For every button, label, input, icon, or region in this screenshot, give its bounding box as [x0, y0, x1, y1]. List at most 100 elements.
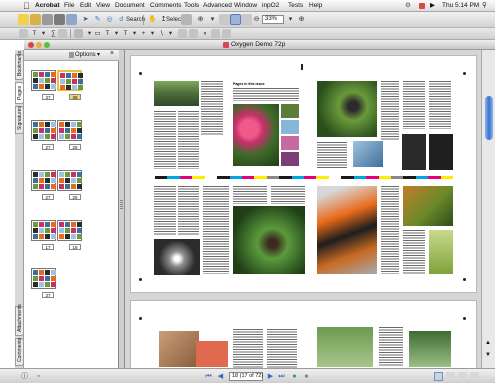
page-thumbnail[interactable] [31, 268, 56, 289]
tab-bookmarks[interactable]: Bookmarks [15, 51, 24, 80]
textbox-tool-icon[interactable]: ▭ [93, 29, 102, 38]
page-thumbnail[interactable] [31, 220, 56, 241]
first-page-icon[interactable]: ⏮ [204, 372, 213, 381]
last-page-icon[interactable]: ⏭ [277, 372, 286, 381]
cross-tool-icon[interactable]: + [139, 29, 148, 38]
document-icon[interactable]: ▫ [34, 372, 43, 381]
status-menu-icon[interactable]: ⚙ [405, 2, 411, 10]
page-thumbnail[interactable] [57, 120, 82, 141]
continuous-view-icon[interactable] [446, 372, 455, 381]
photo-device-2 [429, 134, 453, 170]
page-thumbnail[interactable] [57, 220, 82, 241]
open-folder-icon[interactable] [30, 14, 41, 25]
menu-acrobat[interactable]: Acrobat [35, 2, 60, 10]
page-thumbnail[interactable] [31, 70, 56, 91]
save-icon[interactable] [42, 14, 53, 25]
page-thumbnail[interactable] [31, 170, 56, 191]
menu-advanced[interactable]: Advanced [203, 2, 232, 10]
minimize-window-icon[interactable] [36, 42, 42, 48]
tab-comments[interactable]: Comments [15, 338, 24, 366]
object-tool-icon[interactable]: ◑ [200, 29, 209, 38]
tab-attachments[interactable]: Attachments [15, 304, 24, 336]
text-edit-tool-icon[interactable]: T [30, 29, 39, 38]
scroll-down-icon[interactable]: ▼ [485, 352, 491, 358]
text-touchup-icon[interactable]: T [121, 29, 130, 38]
stamp-dropdown-icon[interactable]: ▾ [39, 29, 48, 38]
facing-view-icon[interactable] [458, 372, 467, 381]
text-tool-icon[interactable]: T [103, 29, 112, 38]
apple-logo-icon[interactable]:  [23, 1, 30, 11]
close-panel-icon[interactable]: × [110, 50, 114, 57]
cross-dropdown-icon[interactable]: ▾ [148, 29, 157, 38]
go-back-icon[interactable]: ● [290, 372, 299, 381]
menu-view[interactable]: View [96, 2, 110, 10]
zoom-field[interactable]: 33% [262, 15, 284, 24]
menu-inpo2[interactable]: inpO2 [262, 2, 279, 10]
previous-page-icon[interactable]: ◀ [216, 372, 225, 381]
email-icon[interactable] [66, 14, 77, 25]
page-thumbnail[interactable] [57, 170, 82, 191]
thumbnail-tile [51, 276, 56, 281]
menu-document[interactable]: Document [115, 2, 145, 10]
menu-comments[interactable]: Comments [150, 2, 181, 10]
table-tool-icon[interactable] [74, 29, 83, 38]
sign-icon[interactable]: ✎ [92, 14, 103, 25]
menu-tests[interactable]: Tests [288, 2, 303, 10]
flag-icon[interactable] [419, 3, 425, 9]
document-view[interactable]: Pages in this issue [125, 50, 481, 368]
note-tool-icon[interactable] [19, 29, 28, 38]
menu-help[interactable]: Help [309, 2, 322, 10]
continuous-facing-view-icon[interactable] [470, 372, 479, 381]
attach-tool-icon[interactable] [58, 29, 67, 38]
text-dropdown-icon[interactable]: ▾ [112, 29, 121, 38]
line-tool-icon[interactable]: ∖ [157, 29, 166, 38]
spotlight-icon[interactable]: ⚲ [482, 2, 487, 10]
snapshot-icon[interactable] [181, 14, 192, 25]
info-icon[interactable]: ⓘ [20, 372, 29, 381]
go-forward-icon[interactable]: ● [302, 372, 311, 381]
zoom-window-icon[interactable] [44, 42, 50, 48]
secure-icon[interactable]: ◎ [104, 14, 115, 25]
tab-pages[interactable]: Pages [15, 82, 24, 104]
splitter-grip-icon[interactable] [120, 200, 123, 210]
zoom-out-icon[interactable]: ⊖ [251, 14, 262, 25]
single-page-view-icon[interactable] [434, 372, 443, 381]
menu-file[interactable]: File [64, 2, 74, 10]
options-dropdown-icon[interactable]: ▾ [97, 51, 100, 58]
highlight-tool-icon[interactable]: ∑ [49, 29, 58, 38]
thumbnail-view-icon[interactable] [69, 52, 74, 58]
line-dropdown-icon[interactable]: ▾ [166, 29, 175, 38]
menu-tools[interactable]: Tools [184, 2, 199, 10]
link-tool-icon[interactable] [189, 29, 198, 38]
crop-tool-icon[interactable] [178, 29, 187, 38]
create-pdf-icon[interactable] [18, 14, 29, 25]
scroll-up-icon[interactable]: ▲ [485, 340, 491, 346]
zoom-in-icon[interactable]: ⊕ [195, 14, 206, 25]
photo-small-4 [281, 152, 299, 166]
fit-page-icon[interactable] [230, 14, 241, 25]
actual-size-icon[interactable] [219, 14, 230, 25]
next-page-icon[interactable]: ▶ [266, 372, 275, 381]
scroll-thumb[interactable] [485, 96, 493, 140]
create-pdf-dropdown-icon[interactable]: ➤ [80, 14, 91, 25]
page-number-field[interactable]: 18 (17 of 72) [229, 372, 263, 381]
zoom-in-plus-icon[interactable]: ⊕ [296, 14, 307, 25]
thumbnail-tile [59, 134, 64, 139]
preflight-tool-icon[interactable] [222, 29, 231, 38]
form-tool-icon[interactable] [211, 29, 220, 38]
zoom-field-dropdown-icon[interactable]: ▾ [285, 14, 296, 25]
vertical-scrollbar[interactable]: ▲ ▼ [481, 50, 495, 368]
options-menu[interactable]: Options [75, 52, 96, 59]
page-thumbnail[interactable] [31, 120, 56, 141]
page-thumbnail-selected[interactable] [57, 70, 83, 91]
volume-icon[interactable]: ▶ [430, 2, 435, 10]
menu-edit[interactable]: Edit [80, 2, 91, 10]
pencil-dropdown-icon[interactable]: ▾ [130, 29, 139, 38]
print-icon[interactable] [54, 14, 65, 25]
menu-window[interactable]: Window [234, 2, 257, 10]
zoom-dropdown-icon[interactable]: ▾ [207, 14, 218, 25]
menu-clock[interactable]: Thu 5:14 PM [442, 2, 479, 10]
hand-tool-icon[interactable]: ✋ [147, 14, 158, 25]
close-window-icon[interactable] [28, 42, 34, 48]
tab-signatures[interactable]: Signatures [15, 106, 24, 134]
